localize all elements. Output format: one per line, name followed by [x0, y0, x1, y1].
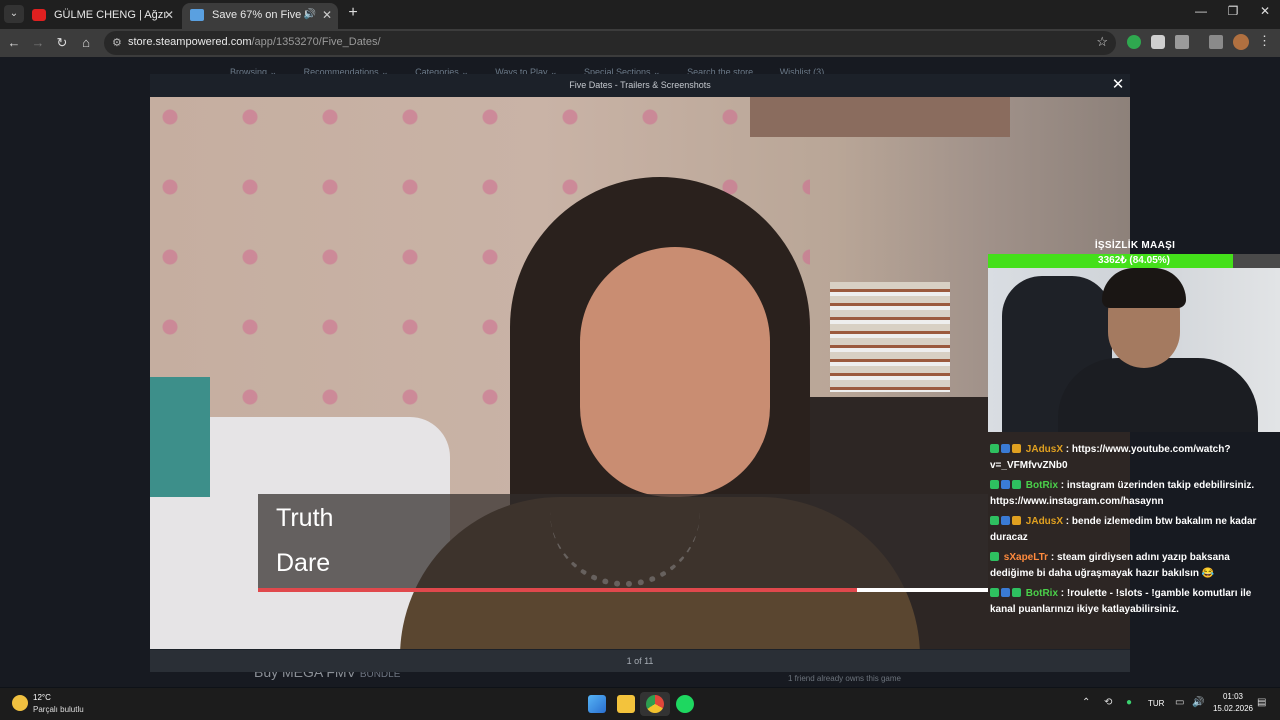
chat-badge-icon — [1001, 444, 1010, 453]
windows-taskbar: 12°C Parçalı bulutlu ⌃ ⟲ ● TUR ▭ 🔊 01:03… — [0, 688, 1280, 720]
audio-icon[interactable]: 🔊 — [304, 3, 316, 27]
microphone-icon[interactable]: ● — [1126, 697, 1132, 708]
chat-message: BotRix : !roulette - !slots - !gamble ko… — [990, 586, 1260, 618]
webcam-feed — [988, 268, 1280, 432]
book-stack — [830, 282, 950, 392]
reload-button[interactable]: ↻ — [52, 33, 72, 53]
address-bar[interactable]: ⚙ store.steampowered.com/app/1353270/Fiv… — [104, 31, 1116, 55]
chat-badge-icon — [990, 552, 999, 561]
chat-username: sXapeLTr — [1003, 552, 1049, 563]
chat-username: JAdusX — [1025, 516, 1064, 527]
choice-truth[interactable]: Truth — [276, 504, 333, 533]
spotify-icon[interactable] — [676, 695, 694, 713]
chat-badge-icon — [1001, 480, 1010, 489]
back-button[interactable]: ← — [4, 33, 24, 53]
forward-button[interactable]: → — [28, 33, 48, 53]
weather-temperature[interactable]: 12°C — [33, 693, 51, 702]
start-icon[interactable] — [588, 695, 606, 713]
chat-username: BotRix — [1025, 480, 1059, 491]
chat-message: sXapeLTr : steam girdiysen adını yazıp b… — [990, 550, 1260, 582]
url-text: store.steampowered.com/app/1353270/Five_… — [128, 36, 381, 48]
goal-progress-bar: 3362₺ (84.05%) — [988, 254, 1280, 268]
chat-username: BotRix — [1025, 588, 1059, 599]
modal-close-icon[interactable]: ✕ — [1110, 75, 1126, 93]
chat-badge-icon — [1001, 588, 1010, 597]
close-window-button[interactable]: ✕ — [1250, 4, 1280, 18]
url-host: store.steampowered.com — [128, 36, 252, 48]
profile-avatar[interactable] — [1233, 34, 1249, 50]
clock-date[interactable]: 15.02.2026 — [1208, 704, 1258, 713]
trailer-video[interactable]: Truth Dare — [150, 97, 1130, 649]
privacy-extension-icon[interactable] — [1151, 35, 1165, 49]
new-tab-button[interactable]: + — [344, 4, 362, 22]
chat-username: JAdusX — [1025, 444, 1064, 455]
network-status-icon[interactable]: ⟲ — [1104, 697, 1112, 708]
close-icon[interactable]: ✕ — [164, 3, 174, 27]
chat-badge-icon — [990, 516, 999, 525]
weather-description[interactable]: Parçalı bulutlu — [33, 705, 84, 714]
chat-message: JAdusX : bende izlemedim btw bakalım ne … — [990, 514, 1260, 546]
browser-toolbar: ← → ↻ ⌂ ⚙ store.steampowered.com/app/135… — [0, 29, 1280, 57]
chat-badge-icon — [1012, 588, 1021, 597]
browser-tabstrip: ⌄ GÜLME CHENG | Ağzımda SU V ✕ Save 67% … — [0, 0, 1280, 29]
tray-overflow-icon[interactable]: ⌃ — [1082, 697, 1090, 708]
display-icon[interactable]: ▭ — [1175, 697, 1184, 708]
shelf — [750, 97, 1010, 137]
goal-title: İŞSİZLİK MAAŞI — [1094, 240, 1176, 251]
chat-badge-icon — [1012, 444, 1021, 453]
weather-icon[interactable] — [12, 695, 28, 711]
url-path: /app/1353270/Five_Dates/ — [251, 36, 381, 48]
tab-list-icon[interactable]: ⌄ — [4, 5, 24, 23]
chat-badge-icon — [990, 480, 999, 489]
stream-chat: JAdusX : https://www.youtube.com/watch?v… — [988, 432, 1280, 622]
pillow — [150, 377, 210, 497]
steam-icon — [190, 9, 204, 21]
shield-extension-icon[interactable] — [1127, 35, 1141, 49]
extensions-puzzle-icon[interactable] — [1175, 35, 1189, 49]
chat-badge-icon — [1012, 480, 1021, 489]
chrome-icon[interactable] — [646, 695, 664, 713]
screen: ⌄ GÜLME CHENG | Ağzımda SU V ✕ Save 67% … — [0, 0, 1280, 720]
tab-steam[interactable]: Save 67% on Five Dates on 🔊 ✕ — [182, 3, 338, 29]
chat-message: JAdusX : https://www.youtube.com/watch?v… — [990, 442, 1260, 474]
file-explorer-icon[interactable] — [617, 695, 635, 713]
chat-message: BotRix : instagram üzerinden takip edebi… — [990, 478, 1260, 510]
clock-time[interactable]: 01:03 — [1213, 692, 1253, 701]
bookmark-star-icon[interactable]: ☆ — [1096, 34, 1108, 50]
media-counter: 1 of 11 — [150, 650, 1130, 672]
youtube-icon — [32, 9, 46, 21]
media-controls-icon[interactable] — [1209, 35, 1223, 49]
chat-badge-icon — [1001, 516, 1010, 525]
tab-title: GÜLME CHENG | Ağzımda SU V — [54, 9, 166, 21]
trailer-modal: Five Dates - Trailers & Screenshots ✕ Tr… — [150, 74, 1130, 672]
home-button[interactable]: ⌂ — [76, 33, 96, 53]
streamer-body — [1058, 358, 1258, 432]
site-info-icon[interactable]: ⚙ — [112, 36, 126, 50]
choice-timer-fill — [258, 588, 857, 592]
goal-progress-text: 3362₺ (84.05%) — [1098, 255, 1170, 266]
choice-dare[interactable]: Dare — [276, 549, 330, 578]
speaker-icon[interactable]: 🔊 — [1192, 697, 1204, 708]
browser-menu-icon[interactable]: ⋮ — [1258, 33, 1271, 49]
tab-youtube[interactable]: GÜLME CHENG | Ağzımda SU V ✕ — [24, 3, 180, 29]
choice-box: Truth Dare — [258, 494, 988, 589]
chat-badge-icon — [1012, 516, 1021, 525]
maximize-button[interactable]: ❐ — [1218, 4, 1248, 18]
input-language[interactable]: TUR — [1148, 699, 1164, 708]
minimize-button[interactable]: — — [1186, 4, 1216, 18]
tab-title: Save 67% on Five Dates on — [212, 9, 308, 21]
chat-badge-icon — [990, 444, 999, 453]
actress-face — [580, 247, 770, 497]
close-icon[interactable]: ✕ — [322, 3, 332, 27]
friends-own-note: 1 friend already owns this game — [788, 674, 901, 683]
modal-title: Five Dates - Trailers & Screenshots — [569, 80, 711, 90]
notification-icon[interactable]: ▤ — [1257, 697, 1266, 708]
chat-badge-icon — [990, 588, 999, 597]
choice-timer-bar — [258, 588, 988, 592]
streamer-hair — [1102, 268, 1186, 308]
